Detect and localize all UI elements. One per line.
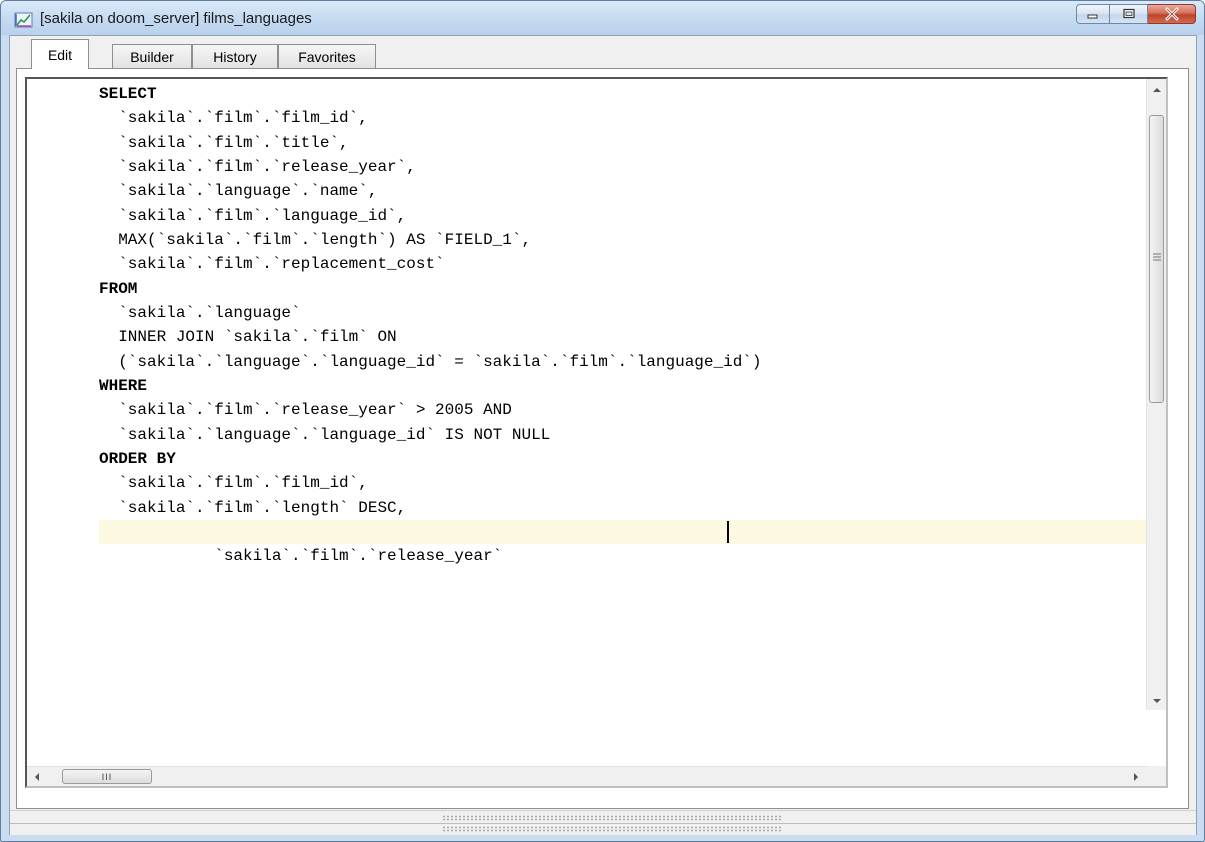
tab-builder[interactable]: Builder — [112, 44, 192, 68]
splitter-grip[interactable] — [442, 815, 782, 821]
grip-icon — [1153, 253, 1161, 261]
scroll-left-button[interactable] — [27, 767, 47, 787]
results-splitter[interactable] — [10, 810, 1196, 835]
arrow-left-icon — [34, 768, 40, 786]
code-line: `sakila`.`language`.`name`, — [99, 182, 378, 201]
editor-gutter — [27, 79, 97, 786]
code-line: `sakila`.`film`.`film_id`, — [99, 474, 368, 493]
close-button[interactable] — [1148, 4, 1196, 24]
code-line: (`sakila`.`language`.`language_id` = `sa… — [99, 352, 762, 371]
code-line: INNER JOIN `sakila`.`film` ON — [99, 328, 397, 347]
sql-editor[interactable]: SELECT `sakila`.`film`.`film_id`, `sakil… — [25, 77, 1168, 788]
tab-edit[interactable]: Edit — [31, 39, 89, 69]
scrollbar-corner — [1146, 766, 1166, 786]
code-line: MAX(`sakila`.`film`.`length`) AS `FIELD_… — [99, 230, 532, 249]
maximize-icon — [1110, 5, 1147, 23]
current-line: `sakila`.`film`.`release_year` — [99, 519, 1147, 565]
query-editor-window: [sakila on doom_server] films_languages … — [0, 0, 1205, 842]
code-line: `sakila`.`film`.`release_year`, — [99, 157, 416, 176]
sql-code[interactable]: SELECT `sakila`.`film`.`film_id`, `sakil… — [99, 82, 1147, 565]
horizontal-scroll-thumb[interactable]: III — [62, 769, 152, 784]
code-line: `sakila`.`film`.`film_id`, — [99, 109, 368, 128]
vertical-scrollbar[interactable] — [1146, 79, 1166, 710]
scroll-right-button[interactable] — [1126, 767, 1146, 787]
horizontal-scrollbar[interactable]: III — [27, 766, 1146, 786]
tab-history[interactable]: History — [192, 44, 278, 68]
title-bar[interactable]: [sakila on doom_server] films_languages — [1, 1, 1204, 35]
tab-strip: Edit Builder History Favorites — [10, 36, 1196, 69]
code-line: `sakila`.`language`.`language_id` IS NOT… — [99, 425, 551, 444]
code-line: `sakila`.`film`.`title`, — [99, 133, 349, 152]
code-line: `sakila`.`film`.`language_id`, — [99, 206, 407, 225]
maximize-button[interactable] — [1110, 4, 1148, 24]
close-icon — [1148, 5, 1195, 23]
query-editor-icon — [14, 11, 34, 29]
code-line: ORDER BY — [99, 449, 176, 468]
window-title: [sakila on doom_server] films_languages — [40, 10, 312, 27]
tab-favorites[interactable]: Favorites — [278, 44, 376, 68]
window-client-area: Edit Builder History Favorites SELECT `s… — [9, 35, 1197, 835]
minimize-icon — [1077, 5, 1109, 23]
code-line: SELECT — [99, 85, 157, 103]
splitter-divider — [10, 823, 1196, 824]
code-line: WHERE — [99, 376, 148, 395]
code-line: FROM — [99, 279, 138, 298]
minimize-button[interactable] — [1076, 4, 1110, 24]
arrow-right-icon — [1133, 768, 1139, 786]
arrow-down-icon — [1153, 691, 1161, 709]
vertical-scroll-thumb[interactable] — [1149, 115, 1164, 403]
thumb-grip: III — [101, 771, 113, 782]
scroll-up-button[interactable] — [1147, 79, 1167, 99]
splitter-grip-lower[interactable] — [442, 826, 782, 832]
scroll-down-button[interactable] — [1147, 690, 1167, 710]
code-line: `sakila`.`film`.`replacement_cost` — [99, 255, 445, 274]
code-line: `sakila`.`film`.`release_year` > 2005 AN… — [99, 401, 512, 420]
window-controls — [1076, 4, 1196, 26]
code-line: `sakila`.`film`.`length` DESC, — [99, 498, 407, 517]
code-line: `sakila`.`language` — [99, 303, 301, 322]
arrow-up-icon — [1153, 80, 1161, 98]
code-line-text: `sakila`.`film`.`release_year` — [195, 546, 503, 565]
text-caret — [727, 520, 729, 543]
